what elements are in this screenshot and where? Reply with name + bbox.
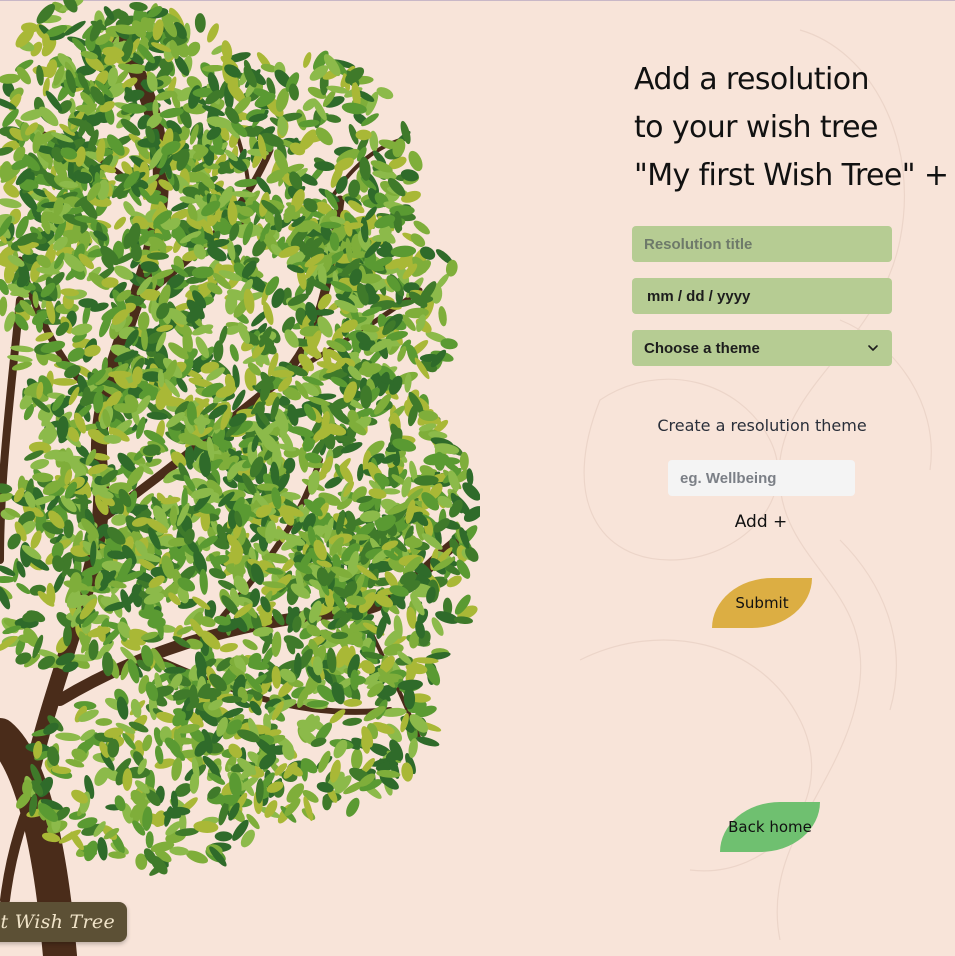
leaf (438, 306, 447, 327)
add-theme-button[interactable]: Add + (700, 512, 822, 532)
back-home-label: Back home (728, 818, 812, 836)
theme-select[interactable]: Choose a theme (632, 330, 892, 366)
resolution-title-placeholder: Resolution title (644, 235, 753, 253)
resolution-title-input[interactable]: Resolution title (632, 226, 892, 262)
leaf (342, 717, 363, 726)
leaf (207, 23, 219, 43)
leaf (355, 129, 372, 141)
heading-line-3: "My first Wish Tree" + (634, 158, 949, 193)
leaf (0, 483, 13, 494)
leaf (145, 831, 154, 849)
leaf (346, 797, 360, 817)
theme-select-value: Choose a theme (644, 339, 760, 357)
leaf (350, 669, 360, 691)
tree-name-banner[interactable]: My first Wish Tree (0, 902, 127, 942)
leaf (16, 582, 31, 595)
leaf (295, 109, 307, 131)
leaf (389, 205, 415, 216)
heading-line-2: to your wish tree (634, 110, 878, 145)
leaf (303, 52, 312, 68)
date-placeholder: mm / dd / yyyy (647, 287, 751, 305)
leaf (368, 561, 392, 573)
date-input[interactable]: mm / dd / yyyy (632, 278, 892, 314)
wish-tree-illustration (0, 0, 480, 956)
leaf (95, 718, 113, 726)
leaf (351, 534, 371, 541)
leaf (214, 831, 233, 842)
leaf (129, 1, 148, 12)
leaf (318, 750, 331, 773)
new-theme-input[interactable]: eg. Wellbeing (668, 460, 855, 496)
leaf (146, 252, 169, 260)
leaf (194, 13, 206, 33)
leaf (113, 216, 127, 230)
leaf (0, 296, 8, 317)
leaf (242, 639, 258, 651)
leaf (55, 732, 81, 742)
leaf (0, 73, 21, 84)
tree-name-label: My first Wish Tree (0, 911, 115, 933)
leaf (108, 370, 132, 379)
page-heading: Add a resolution to your wish tree "My f… (634, 56, 949, 200)
submit-label: Submit (735, 594, 789, 612)
new-theme-placeholder: eg. Wellbeing (680, 469, 777, 487)
leaf (229, 344, 239, 362)
create-theme-label: Create a resolution theme (657, 416, 867, 435)
leaf (97, 837, 108, 861)
leaf (302, 790, 319, 803)
chevron-down-icon (868, 345, 878, 351)
leaf (459, 451, 469, 471)
leaf (0, 198, 22, 209)
leaf (351, 748, 363, 770)
heading-line-1: Add a resolution (634, 62, 869, 97)
leaf (219, 642, 238, 653)
leaf (51, 378, 78, 386)
